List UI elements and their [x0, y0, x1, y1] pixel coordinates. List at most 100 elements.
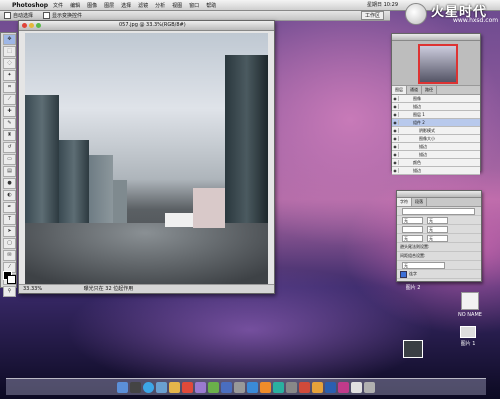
eye-icon[interactable]: ◉	[392, 112, 399, 117]
mail-icon[interactable]	[156, 382, 167, 393]
trash-icon[interactable]	[364, 382, 375, 393]
path-select-icon[interactable]: ➤	[3, 226, 16, 237]
desktop-picture-2[interactable]	[400, 340, 426, 358]
eye-icon[interactable]: ◉	[392, 104, 399, 109]
layer-row[interactable]: ◉ 阴影模式	[392, 127, 480, 135]
eye-icon[interactable]: ◉	[392, 96, 399, 101]
menu-item-file[interactable]: 文件	[53, 2, 63, 9]
navigator-area	[392, 41, 480, 86]
contacts-icon[interactable]	[169, 382, 180, 393]
brush-tool-icon[interactable]: ✎	[3, 118, 16, 129]
layer-row[interactable]: ◉ 描边	[392, 151, 480, 159]
calendar-icon[interactable]	[182, 382, 193, 393]
crop-tool-icon[interactable]: ⌗	[3, 82, 16, 93]
menu-item-layer[interactable]: 图层	[104, 2, 114, 9]
notes-tool-icon[interactable]: ✉	[3, 250, 16, 261]
menu-item-filter[interactable]: 滤镜	[138, 2, 148, 9]
slice-tool-icon[interactable]: ⟋	[3, 94, 16, 105]
safari-icon[interactable]	[143, 382, 154, 393]
kerning-field[interactable]	[402, 225, 423, 233]
app-icon[interactable]	[247, 382, 258, 393]
layer-row[interactable]: ◉ 颜色	[392, 159, 480, 167]
desktop-picture-1[interactable]: 图片 1	[452, 326, 484, 347]
itunes-icon[interactable]	[195, 382, 206, 393]
leading-field[interactable]: 无	[427, 216, 448, 224]
vlc-icon[interactable]	[260, 382, 271, 393]
menu-item-select[interactable]: 选择	[121, 2, 131, 9]
tab-paragraph[interactable]: 段落	[412, 198, 427, 206]
healing-tool-icon[interactable]: ✚	[3, 106, 16, 117]
font-family-field[interactable]	[402, 207, 475, 215]
finder-icon[interactable]	[117, 382, 128, 393]
magic-wand-tool-icon[interactable]: ✦	[3, 70, 16, 81]
vertical-scale-field[interactable]: 无	[402, 234, 423, 242]
type-tool-icon[interactable]: T	[3, 214, 16, 225]
shape-tool-icon[interactable]: ▢	[3, 238, 16, 249]
font-size-field[interactable]: 无	[402, 216, 423, 224]
image-canvas[interactable]	[25, 33, 268, 285]
app-icon[interactable]	[273, 382, 284, 393]
tab-channels[interactable]: 通道	[407, 86, 422, 94]
eye-icon[interactable]: ◉	[392, 128, 399, 133]
layer-row[interactable]: ◉ 组件 2	[392, 119, 480, 127]
pen-tool-icon[interactable]: ✒	[3, 202, 16, 213]
layer-row[interactable]: ◉ 图层 1	[392, 111, 480, 119]
tab-layers[interactable]: 图层	[392, 86, 407, 94]
menu-item-help[interactable]: 帮助	[206, 2, 216, 9]
tab-character[interactable]: 字符	[397, 198, 412, 206]
iphoto-icon[interactable]	[221, 382, 232, 393]
minimize-icon[interactable]	[29, 23, 34, 28]
menu-item-window[interactable]: 窗口	[189, 2, 199, 9]
background-color-swatch[interactable]	[7, 275, 16, 284]
stamp-tool-icon[interactable]: ♜	[3, 130, 16, 141]
ichat-icon[interactable]	[208, 382, 219, 393]
eye-icon[interactable]: ◉	[392, 144, 399, 149]
eye-icon[interactable]: ◉	[392, 160, 399, 165]
desktop-drive[interactable]: NO NAME	[455, 292, 485, 318]
workspace-button[interactable]: 工作区	[360, 11, 384, 20]
menu-item-view[interactable]: 视图	[172, 2, 182, 9]
layer-row[interactable]: ◉ 描边	[392, 143, 480, 151]
menu-item-image[interactable]: 图像	[87, 2, 97, 9]
menu-item-edit[interactable]: 编辑	[70, 2, 80, 9]
layer-row[interactable]: ◉ 图像大小	[392, 135, 480, 143]
app-menu[interactable]: Photoshop	[12, 2, 48, 9]
zoom-tool-icon[interactable]: ⚲	[3, 286, 16, 297]
lasso-tool-icon[interactable]: ◌	[3, 58, 16, 69]
eye-icon[interactable]: ◉	[392, 168, 399, 173]
zoom-level[interactable]: 33.33%	[23, 286, 42, 292]
history-brush-icon[interactable]: ↺	[3, 142, 16, 153]
gradient-tool-icon[interactable]: ▤	[3, 166, 16, 177]
show-transform-checkbox[interactable]	[43, 12, 51, 19]
layer-row[interactable]: ◉ 描边	[392, 167, 480, 175]
dashboard-icon[interactable]	[130, 382, 141, 393]
eye-icon[interactable]: ◉	[392, 120, 399, 125]
blur-tool-icon[interactable]: ●	[3, 178, 16, 189]
eye-icon[interactable]: ◉	[392, 136, 399, 141]
documents-stack-icon[interactable]	[351, 382, 362, 393]
tab-paths[interactable]: 路径	[422, 86, 437, 94]
close-icon[interactable]	[22, 23, 27, 28]
tracking-field[interactable]: 无	[427, 225, 448, 233]
indesign-icon[interactable]	[338, 382, 349, 393]
horizontal-scale-field[interactable]: 无	[427, 234, 448, 242]
acrobat-icon[interactable]	[299, 382, 310, 393]
auto-select-checkbox[interactable]	[4, 12, 11, 19]
illustrator-icon[interactable]	[312, 382, 323, 393]
marquee-tool-icon[interactable]: ⬚	[3, 46, 16, 57]
app-icon[interactable]	[286, 382, 297, 393]
photoshop-icon[interactable]	[325, 382, 336, 393]
preferences-icon[interactable]	[234, 382, 245, 393]
eye-icon[interactable]: ◉	[392, 152, 399, 157]
dodge-tool-icon[interactable]: ◐	[3, 190, 16, 201]
hyphenate-checkbox[interactable]	[400, 270, 407, 278]
menu-item-analysis[interactable]: 分析	[155, 2, 165, 9]
move-tool-icon[interactable]: ✥	[3, 34, 16, 45]
layer-row[interactable]: ◉ 描边	[392, 103, 480, 111]
zoom-icon[interactable]	[36, 23, 41, 28]
language-field[interactable]: 无	[402, 261, 445, 269]
clock: 星期日 10:29	[367, 2, 398, 8]
layer-row[interactable]: ◉ 图像	[392, 95, 480, 103]
eraser-tool-icon[interactable]: ▭	[3, 154, 16, 165]
navigator-thumbnail[interactable]	[418, 44, 458, 84]
